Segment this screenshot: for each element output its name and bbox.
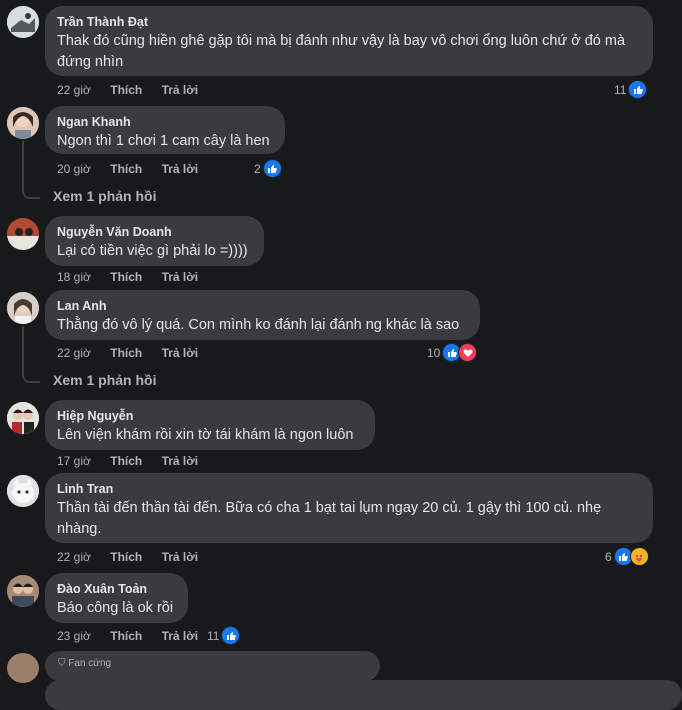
reaction-number: 2	[254, 161, 261, 176]
avatar[interactable]	[7, 292, 39, 324]
comment-text: Lên viện khám rồi xin tờ tái khám là ngo…	[57, 427, 354, 443]
comment-time[interactable]: 20 giờ	[57, 162, 91, 176]
like-button[interactable]: Thích	[110, 454, 142, 468]
comment-text: Ngon thì 1 chơi 1 cam cây là hen	[57, 133, 270, 149]
reaction-count[interactable]: 10	[427, 343, 478, 362]
thread-line	[22, 141, 40, 199]
avatar[interactable]	[7, 653, 39, 683]
reaction-count[interactable]: 6	[605, 547, 649, 566]
reply-button[interactable]: Trả lời	[162, 629, 199, 643]
comment-input[interactable]	[45, 680, 682, 710]
badge-icon: ⛉	[58, 658, 69, 669]
reply-button[interactable]: Trả lời	[162, 454, 199, 468]
view-replies-link[interactable]: Xem 1 phản hồi	[53, 188, 156, 204]
like-button[interactable]: Thích	[110, 270, 142, 284]
avatar-image	[7, 292, 39, 324]
avatar[interactable]	[7, 475, 39, 507]
reply-button[interactable]: Trả lời	[162, 346, 199, 360]
commenter-name[interactable]: Hiệp Nguyễn	[57, 408, 363, 424]
avatar-image	[7, 218, 39, 250]
avatar[interactable]	[7, 107, 39, 139]
comment-actions: 20 giờ Thích Trả lời	[57, 161, 214, 177]
avatar-image	[7, 107, 39, 139]
comment-time[interactable]: 17 giờ	[57, 454, 91, 468]
avatar-image	[7, 6, 39, 38]
care-reaction-icon	[629, 547, 649, 566]
comment-time[interactable]: 18 giờ	[57, 270, 91, 284]
reaction-number: 10	[427, 345, 441, 360]
reply-button[interactable]: Trả lời	[162, 162, 199, 176]
like-button[interactable]: Thích	[110, 83, 142, 97]
comment-actions: 17 giờ Thích Trả lời	[57, 453, 214, 469]
reaction-number: 11	[614, 82, 627, 97]
reaction-count[interactable]: 2	[254, 159, 282, 178]
avatar-image	[7, 575, 39, 607]
avatar[interactable]	[7, 218, 39, 250]
badge-label: Fan cứng	[68, 658, 112, 669]
reply-button[interactable]: Trả lời	[162, 550, 199, 564]
comment-time[interactable]: 22 giờ	[57, 346, 91, 360]
comment-time[interactable]: 23 giờ	[57, 629, 91, 643]
avatar[interactable]	[7, 402, 39, 434]
reaction-count[interactable]: 11	[614, 80, 648, 99]
like-reaction-icon	[221, 626, 241, 645]
comment-text: Thak đó cũng hiền ghê gặp tôi mà bị đánh…	[57, 33, 626, 70]
reply-button[interactable]: Trả lời	[162, 83, 199, 97]
comment-text: Thằng đó vô lý quá. Con mình ko đánh lại…	[57, 317, 460, 333]
comment-actions: 22 giờ Thích Trả lời	[57, 82, 214, 98]
fan-badge: ⛉ Fan cứng	[58, 658, 111, 669]
reaction-count[interactable]: 11	[207, 626, 241, 645]
heart-reaction-icon	[458, 343, 478, 362]
like-reaction-icon	[262, 159, 282, 178]
like-button[interactable]: Thích	[110, 162, 142, 176]
avatar-image	[7, 402, 39, 434]
reaction-number: 6	[605, 549, 612, 564]
comment-actions: 18 giờ Thích Trả lời	[57, 269, 214, 285]
like-button[interactable]: Thích	[110, 550, 142, 564]
like-reaction-icon	[628, 80, 648, 99]
view-replies-link[interactable]: Xem 1 phản hồi	[53, 372, 156, 388]
comment-actions: 22 giờ Thích Trả lời	[57, 549, 214, 565]
commenter-name[interactable]: Trần Thành Đạt	[57, 14, 641, 30]
like-button[interactable]: Thích	[110, 346, 142, 360]
reaction-number: 11	[207, 628, 220, 643]
comment-bubble: Lan Anh Thằng đó vô lý quá. Con mình ko …	[45, 290, 480, 340]
comment-bubble: Ngan Khanh Ngon thì 1 chơi 1 cam cây là …	[45, 106, 285, 154]
comment-text: Lại có tiền việc gì phải lo =))))	[57, 243, 248, 259]
avatar-image	[7, 475, 39, 507]
comment-bubble: Nguyễn Văn Doanh Lại có tiền việc gì phả…	[45, 216, 264, 266]
comment-bubble: Đào Xuân Toản Báo công là ok rồi	[45, 573, 188, 623]
comment-time[interactable]: 22 giờ	[57, 83, 91, 97]
commenter-name[interactable]: Nguyễn Văn Doanh	[57, 224, 252, 240]
avatar[interactable]	[7, 575, 39, 607]
comment-actions: 22 giờ Thích Trả lời	[57, 345, 214, 361]
avatar[interactable]	[7, 6, 39, 38]
comment-actions: 23 giờ Thích Trả lời	[57, 628, 214, 644]
like-button[interactable]: Thích	[110, 629, 142, 643]
commenter-name[interactable]: Đào Xuân Toản	[57, 581, 176, 597]
commenter-name[interactable]: Lan Anh	[57, 298, 468, 314]
comment-bubble: Linh Tran Thần tài đến thần tài đến. Bữa…	[45, 473, 653, 543]
thread-line	[22, 326, 40, 383]
comment-bubble: Hiệp Nguyễn Lên viện khám rồi xin tờ tái…	[45, 400, 375, 450]
comment-time[interactable]: 22 giờ	[57, 550, 91, 564]
commenter-name[interactable]: Linh Tran	[57, 481, 641, 497]
comment-bubble: Trần Thành Đạt Thak đó cũng hiền ghê gặp…	[45, 6, 653, 76]
commenter-name[interactable]: Ngan Khanh	[57, 114, 273, 130]
comment-text: Thần tài đến thần tài đến. Bữa có cha 1 …	[57, 500, 602, 537]
comment-text: Báo công là ok rồi	[57, 600, 174, 616]
reply-button[interactable]: Trả lời	[162, 270, 199, 284]
